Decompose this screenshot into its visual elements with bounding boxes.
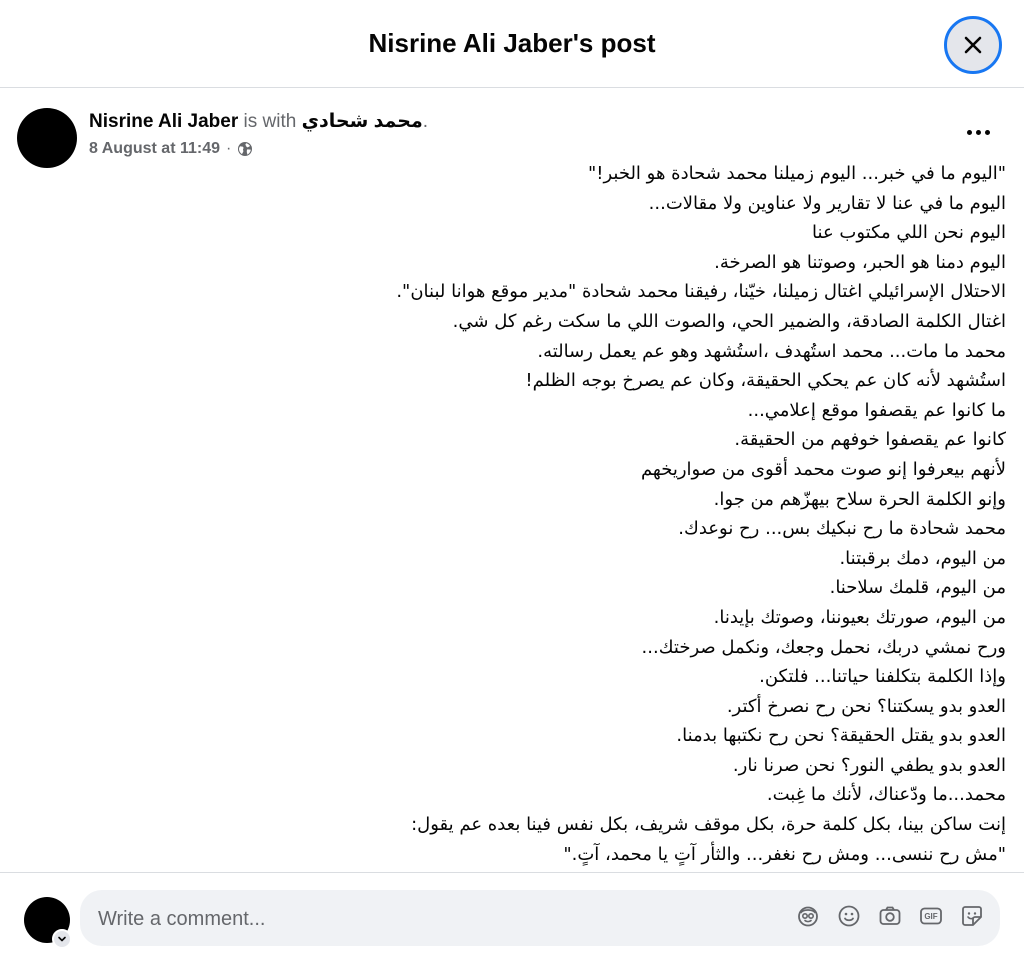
photo-button[interactable]	[878, 904, 902, 928]
post-text-line: وإذا الكلمة بتكلفنا حياتنا... فلتكن.	[759, 666, 1006, 688]
camera-icon	[879, 906, 901, 925]
tagged-suffix: .	[422, 111, 429, 132]
close-button[interactable]	[944, 16, 1002, 74]
post-text-line: لأنهم بيعرفوا إنو صوت محمد أقوى من صواري…	[640, 458, 1006, 480]
tagged-person[interactable]: محمد شحادي	[302, 111, 423, 132]
post-text-line: اليوم نحن اللي مكتوب عنا	[812, 222, 1006, 244]
meta-separator: ·	[226, 140, 232, 157]
close-icon	[964, 36, 982, 54]
post-text-line: العدو بدو يقتل الحقيقة؟ نحن رح نكتبها بد…	[676, 725, 1006, 747]
globe-icon[interactable]	[237, 141, 253, 157]
post-text-line: من اليوم، قلمك سلاحنا.	[829, 577, 1006, 599]
post-text-line: العدو بدو يطفي النور؟ نحن صرنا نار.	[732, 754, 1006, 776]
post-text-line: من اليوم، دمك برقبتنا.	[839, 547, 1006, 569]
post-text-line: الاحتلال الإسرائيلي اغتال زميلنا، خيّنا،…	[396, 281, 1006, 303]
comment-actions: GIF	[796, 904, 984, 928]
sticker-icon	[962, 906, 982, 926]
more-options-button[interactable]	[958, 116, 998, 148]
comment-box: GIF	[80, 890, 1000, 948]
post-text: "اليوم ما في خبر... اليوم زميلنا محمد شح…	[326, 159, 1006, 872]
emoji-icon	[838, 905, 860, 927]
more-dot	[984, 129, 990, 135]
avatar-sticker-icon	[798, 906, 818, 927]
post-text-line: إنت ساكن بينا، بكل كلمة حرة، بكل موقف شر…	[411, 814, 1006, 836]
post-text-line: محمد...ما ودّعناك، لأنك ما غِبت.	[766, 784, 1006, 806]
post-dialog-header: Nisrine Ali Jaber's post	[0, 0, 1024, 88]
post-text-line: "اليوم ما في خبر... اليوم زميلنا محمد شح…	[587, 163, 1006, 184]
post-text-line: من اليوم، صورتك بعيوننا، وصوتك بإيدنا.	[713, 606, 1006, 628]
emoji-button[interactable]	[837, 904, 861, 928]
author-line: Nisrine Ali Jaber is with محمد شحادي.	[89, 110, 428, 133]
sticker-button[interactable]	[960, 904, 984, 928]
post-text-line: اليوم ما في عنا لا تقارير ولا عناوين ولا…	[648, 192, 1006, 214]
author-avatar[interactable]	[17, 108, 77, 168]
gif-icon: GIF	[920, 907, 942, 925]
avatar-sticker-button[interactable]	[796, 904, 820, 928]
post-timestamp[interactable]: 8 August at 11:49	[89, 140, 220, 158]
with-text: is with	[243, 111, 297, 132]
post-text-line: العدو بدو يسكتنا؟ نحن رح نصرخ أكتر.	[726, 695, 1006, 717]
gif-button[interactable]: GIF	[919, 904, 943, 928]
svg-text:GIF: GIF	[924, 912, 937, 921]
comment-input[interactable]	[96, 890, 780, 948]
post-meta: 8 August at 11:49 ·	[89, 140, 253, 158]
post-text-line: اليوم دمنا هو الحبر، وصوتنا هو الصرخة.	[714, 251, 1006, 273]
chevron-down-icon	[58, 936, 66, 942]
post-text-line: كانوا عم يقصفوا خوفهم من الحقيقة.	[734, 429, 1006, 451]
post-text-line: محمد ما مات... محمد استُهدف ،استُشهد وهو…	[537, 340, 1006, 362]
post-text-line: اغتال الكلمة الصادقة، والضمير الحي، والص…	[452, 310, 1006, 332]
post-text-line: استُشهد لأنه كان عم يحكي الحقيقة، وكان ع…	[525, 370, 1006, 392]
post-text-line: وإنو الكلمة الحرة سلاح بيهزّهم من جوا.	[713, 488, 1006, 510]
post-text-line: ورح نمشي دربك، نحمل وجعك، ونكمل صرختك...	[641, 636, 1006, 658]
post-content: Nisrine Ali Jaber is with محمد شحادي. 8 …	[0, 88, 1024, 872]
account-switcher-button[interactable]	[52, 929, 72, 949]
comment-composer: GIF	[0, 872, 1024, 973]
post-text-line: محمد شحادة ما رح نبكيك بس... رح نوعدك.	[678, 518, 1006, 540]
dialog-title: Nisrine Ali Jaber's post	[368, 28, 656, 58]
more-dot	[966, 129, 972, 135]
more-dot	[975, 129, 981, 135]
author-name[interactable]: Nisrine Ali Jaber	[89, 111, 238, 132]
post-text-line: "مش رح ننسى... ومش رح نغفر... والثأر آتٍ…	[563, 843, 1006, 865]
post-text-line: ما كانوا عم يقصفوا موقع إعلامي...	[747, 399, 1006, 421]
